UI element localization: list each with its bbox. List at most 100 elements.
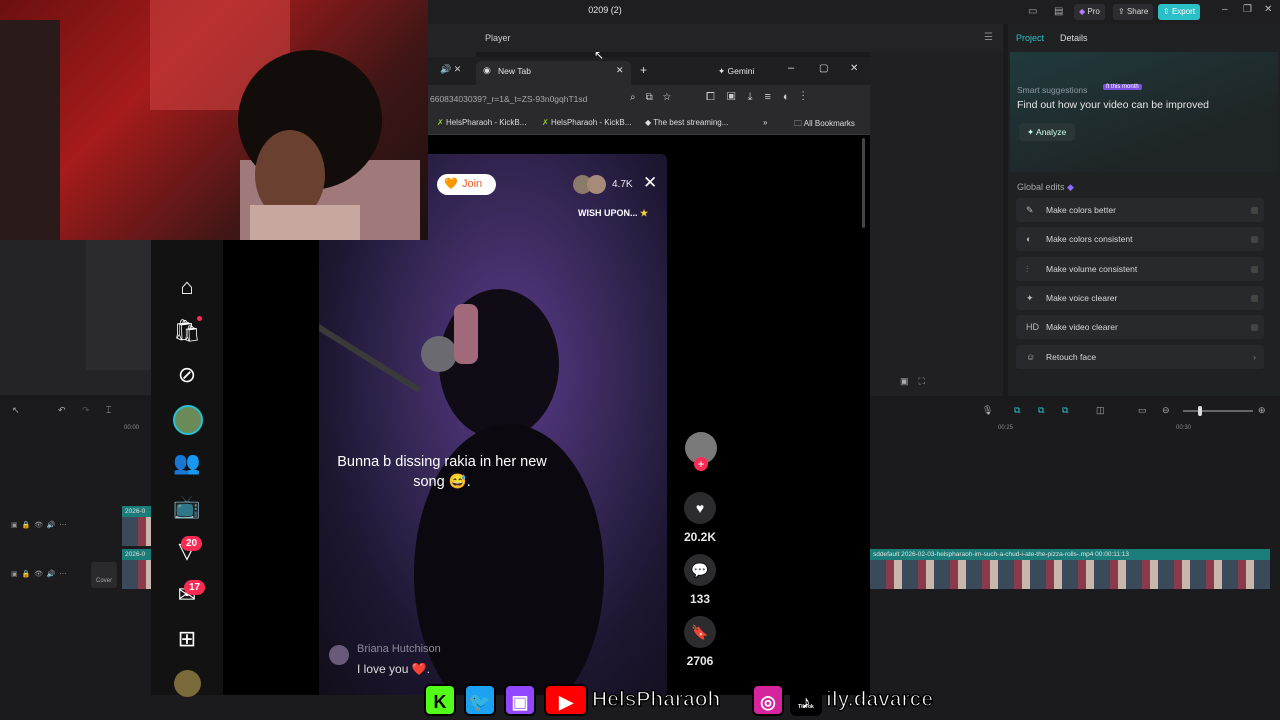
global-edit-toggle[interactable] xyxy=(1251,265,1258,273)
redo-icon[interactable]: ↷ xyxy=(82,405,90,416)
magnet-icon[interactable]: ⧉ xyxy=(1038,405,1044,416)
fullscreen-icon[interactable]: ⛶ xyxy=(919,376,935,386)
share-label: Share xyxy=(1126,7,1149,16)
voice-icon: ✦ xyxy=(1026,292,1034,303)
cursor-tool-icon[interactable]: ↖ xyxy=(12,405,20,416)
preview-axis-icon[interactable]: ◫ xyxy=(1096,405,1105,416)
media-control-icon[interactable]: ≡ xyxy=(765,91,783,103)
minimize-icon[interactable]: – xyxy=(1222,4,1228,15)
global-edit-toggle[interactable] xyxy=(1251,236,1258,244)
close-icon[interactable]: ✕ xyxy=(1264,4,1272,15)
profile-icon[interactable]: ◐ xyxy=(783,91,802,103)
global-edit-toggle[interactable] xyxy=(1251,294,1258,302)
smart-suggestions-box xyxy=(1010,52,1278,172)
toolbar-actions: ⧠▣⤓≡◐⋮ xyxy=(706,91,816,104)
cast-icon[interactable]: ▣ xyxy=(727,91,748,103)
maximize-icon[interactable]: ❐ xyxy=(1243,4,1252,15)
caption-icon[interactable]: ▭ xyxy=(1138,405,1147,416)
panel-icon[interactable]: ▤ xyxy=(1054,6,1063,17)
split-icon[interactable]: ⌶ xyxy=(106,405,111,416)
global-edit-toggle[interactable] xyxy=(1251,324,1258,332)
browser-close-icon[interactable]: ✕ xyxy=(850,63,858,74)
commenter-avatar xyxy=(329,645,349,665)
snap-icon[interactable]: ⧉ xyxy=(1062,405,1068,416)
microphone-icon[interactable]: 🎙 xyxy=(982,405,993,416)
comment-icon[interactable]: 💬 xyxy=(684,554,716,586)
player-canvas xyxy=(870,52,1003,396)
join-button[interactable]: 🧡 Join xyxy=(437,174,496,195)
address-text[interactable]: 66083403039?_r=1&_t=ZS-93n0gqhT1sd xyxy=(430,94,587,104)
track-controls-2[interactable]: ▣ 🔒 👁 🔊 ⋯ xyxy=(11,570,67,578)
bookmark-3[interactable]: ◆ The best streaming... xyxy=(645,118,728,127)
clip-label-top: 2026-0 xyxy=(125,508,146,515)
home-icon[interactable]: ⌂ xyxy=(172,272,202,302)
download-icon[interactable]: ⤓ xyxy=(748,91,765,103)
gemini-button[interactable]: ✦ Gemini xyxy=(718,66,754,77)
zoom-slider[interactable] xyxy=(1183,410,1253,412)
tab-details[interactable]: Details xyxy=(1060,33,1088,43)
extensions-icon[interactable]: ⧠ xyxy=(706,91,727,103)
global-edit-toggle[interactable] xyxy=(1251,207,1258,214)
undo-icon[interactable]: ↶ xyxy=(58,405,66,416)
tab-audio-icon[interactable]: 🔊 ✕ xyxy=(440,64,461,75)
join-label: Join xyxy=(462,178,483,190)
menu-icon[interactable]: ⋮ xyxy=(802,91,817,103)
join-icon: 🧡 xyxy=(444,178,458,190)
analyze-button[interactable]: ✦ Analyze xyxy=(1019,123,1075,141)
link-icon[interactable]: ⧉ xyxy=(1014,405,1020,416)
pro-button[interactable]: ◆ Pro xyxy=(1074,4,1105,20)
zoom-icon[interactable]: ⌕ xyxy=(630,92,646,103)
all-bookmarks[interactable]: 🗀 All Bookmarks xyxy=(794,118,855,132)
shop-dot xyxy=(197,316,202,321)
star-icon[interactable]: ☆ xyxy=(663,92,681,103)
bookmark-2[interactable]: ✗ HelsPharaoh - KickB... xyxy=(542,118,631,127)
bookmark-icon[interactable]: 🔖 xyxy=(684,616,716,648)
share-button[interactable]: ⇪ Share xyxy=(1113,4,1154,20)
kick-icon: ✗ xyxy=(542,118,549,127)
new-tab-icon[interactable]: + xyxy=(640,63,647,77)
zoom-slider-handle[interactable] xyxy=(1198,406,1202,416)
tab-project[interactable]: Project xyxy=(1016,33,1044,43)
global-edits-title: Global edits ◆ xyxy=(1017,182,1074,192)
following-icon[interactable]: 👥 xyxy=(172,448,202,478)
layout-icon[interactable]: ▭ xyxy=(1028,6,1037,17)
wish-banner[interactable]: WISH UPON... ★ xyxy=(578,208,648,219)
follow-plus-icon[interactable]: + xyxy=(694,457,708,471)
global-edit-item[interactable]: HD Make video clearer xyxy=(1016,315,1264,340)
global-edit-label: Make volume consistent xyxy=(1046,263,1138,274)
face-icon: ☺ xyxy=(1026,351,1036,362)
browser-scrollbar[interactable] xyxy=(862,138,865,228)
export-button[interactable]: ⇧ Export xyxy=(1158,4,1201,20)
share-icon: ⇪ xyxy=(1118,7,1125,16)
browser-minimize-icon[interactable]: – xyxy=(788,62,794,74)
avatar[interactable] xyxy=(173,405,203,435)
live-icon[interactable]: 📺 xyxy=(172,492,202,522)
pro-label: Pro xyxy=(1087,7,1100,16)
bookmark-1[interactable]: ✗ HelsPharaoh - KickB... xyxy=(437,118,526,127)
global-edit-item[interactable]: ⫶ Make volume consistent xyxy=(1016,256,1264,281)
global-edit-item[interactable]: ☺ Retouch face › xyxy=(1016,344,1264,369)
track-controls-1[interactable]: ▣ 🔒 👁 🔊 ⋯ xyxy=(11,521,67,529)
player-header xyxy=(476,24,1003,52)
zoom-out-icon[interactable]: ⊖ xyxy=(1162,405,1170,416)
webcam-scene xyxy=(0,0,420,240)
tiktok-gutter xyxy=(223,240,319,695)
profile-avatar[interactable] xyxy=(174,670,201,697)
global-edit-label: Make video clearer xyxy=(1046,322,1118,333)
ratio-icon[interactable]: ▣ xyxy=(900,376,919,386)
browser-maximize-icon[interactable]: ▢ xyxy=(819,63,828,74)
player-menu-icon[interactable]: ☰ xyxy=(984,32,993,43)
zoom-in-icon[interactable]: ⊕ xyxy=(1258,405,1266,416)
chrome-icon: ◉ xyxy=(483,65,491,75)
tab-close-icon[interactable]: ✕ xyxy=(616,65,624,76)
global-edit-item[interactable]: ✦ Make voice clearer xyxy=(1016,285,1264,310)
explore-icon[interactable]: ⊘ xyxy=(172,360,202,390)
more-bookmarks-icon[interactable]: » xyxy=(763,118,767,127)
install-icon[interactable]: ⧉ xyxy=(646,92,663,103)
close-live-icon[interactable]: ✕ xyxy=(643,173,657,193)
global-edit-item[interactable]: ✎ Make colors better xyxy=(1016,198,1264,222)
cover-button[interactable]: Cover xyxy=(91,562,117,588)
global-edit-item[interactable]: ◐ Make colors consistent xyxy=(1016,227,1264,252)
upload-icon[interactable]: ⊞ xyxy=(172,624,202,654)
like-icon[interactable]: ♥ xyxy=(684,492,716,524)
